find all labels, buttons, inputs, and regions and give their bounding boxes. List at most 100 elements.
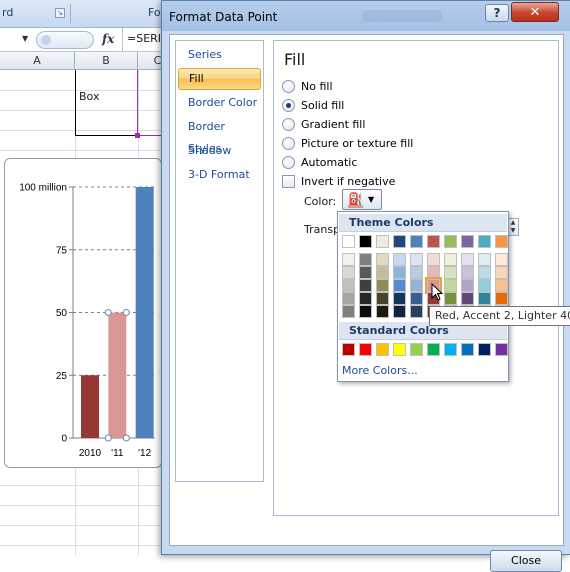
more-colors-link[interactable]: More Colors... [342,364,418,377]
theme-shade-swatch[interactable] [478,292,491,305]
theme-shade-swatch[interactable] [461,266,474,279]
nav-series-options[interactable]: Series Options [178,44,261,83]
close-icon[interactable]: ✕ [511,2,559,22]
column-header-b[interactable]: B [75,52,138,70]
theme-color-swatch[interactable] [495,235,508,248]
theme-shade-swatch[interactable] [478,279,491,292]
theme-shade-swatch[interactable] [427,266,440,279]
theme-color-swatch[interactable] [376,235,389,248]
option-label: Invert if negative [301,175,396,188]
theme-color-swatch[interactable] [359,235,372,248]
theme-shade-swatch[interactable] [461,253,474,266]
theme-shade-swatch[interactable] [359,253,372,266]
theme-shade-swatch[interactable] [461,292,474,305]
theme-shade-swatch[interactable] [461,279,474,292]
bar[interactable] [81,375,99,438]
radio-gradient-fill[interactable] [282,118,295,131]
theme-shade-swatch[interactable] [376,279,389,292]
range-handle[interactable] [135,133,140,138]
standard-color-swatch[interactable] [478,343,491,356]
theme-shade-swatch[interactable] [376,266,389,279]
name-box-dropdown-icon[interactable]: ▼ [22,34,28,43]
nav-border-color[interactable]: Border Color [178,92,261,114]
range-highlight-line [137,70,138,136]
ribbon-group-label-right: Fo [148,6,161,19]
invert-if-negative-checkbox[interactable] [282,175,295,188]
theme-shade-swatch[interactable] [410,253,423,266]
paint-bucket-icon: ⛽ [348,192,363,206]
theme-shade-swatch[interactable] [495,266,508,279]
theme-shade-swatch[interactable] [376,292,389,305]
theme-shade-swatch[interactable] [478,253,491,266]
theme-shade-swatch[interactable] [495,279,508,292]
nav-border-styles[interactable]: Border Styles [178,116,261,155]
theme-shade-swatch[interactable] [444,253,457,266]
standard-color-swatch[interactable] [495,343,508,356]
theme-shade-swatch[interactable] [359,305,372,318]
theme-shade-swatch[interactable] [444,292,457,305]
theme-shade-swatch[interactable] [342,253,355,266]
theme-shade-swatch[interactable] [410,279,423,292]
theme-shade-swatch[interactable] [410,292,423,305]
category-nav: Series Options Fill Border Color Border … [175,40,264,482]
help-button[interactable]: ? [485,4,509,22]
theme-shade-swatch[interactable] [342,279,355,292]
bar[interactable] [108,312,127,439]
standard-color-swatch[interactable] [359,343,372,356]
theme-shade-swatch[interactable] [393,253,406,266]
dialog-titlebar[interactable]: Format Data Point ? ✕ [162,1,570,31]
standard-color-swatch[interactable] [376,343,389,356]
theme-shade-swatch[interactable] [495,253,508,266]
theme-shade-swatch[interactable] [393,305,406,318]
theme-shade-swatch[interactable] [342,292,355,305]
nav-fill[interactable]: Fill [178,68,261,90]
theme-shade-swatch[interactable] [342,266,355,279]
theme-shade-swatch[interactable] [376,305,389,318]
radio-automatic[interactable] [282,156,295,169]
theme-shade-swatch[interactable] [359,292,372,305]
theme-shade-swatch[interactable] [410,266,423,279]
close-button[interactable]: Close [490,550,562,572]
formula-bar-control[interactable] [36,31,94,49]
nav-shadow[interactable]: Shadow [178,140,261,162]
theme-color-swatch[interactable] [478,235,491,248]
standard-color-swatch[interactable] [410,343,423,356]
column-chart[interactable]: 0 25 50 75 100 million 2010 '11 '12 [5,159,163,469]
theme-shade-swatch[interactable] [444,279,457,292]
theme-shade-swatch[interactable] [478,266,491,279]
option-label: Automatic [301,156,358,169]
theme-shade-swatch[interactable] [393,266,406,279]
theme-shade-swatch[interactable] [427,253,440,266]
theme-color-swatch[interactable] [427,235,440,248]
theme-color-swatch[interactable] [393,235,406,248]
chart-area[interactable]: 0 25 50 75 100 million 2010 '11 '12 [4,158,162,468]
theme-shade-swatch[interactable] [359,266,372,279]
theme-color-swatch[interactable] [461,235,474,248]
cell-b-text[interactable]: Box [79,90,99,103]
bar[interactable] [135,187,154,438]
column-header-a[interactable]: A [0,52,75,70]
radio-solid-fill[interactable] [282,99,295,112]
theme-shade-swatch[interactable] [393,279,406,292]
nav-3d-format[interactable]: 3-D Format [178,164,261,186]
theme-shade-swatch[interactable] [393,292,406,305]
standard-color-swatch[interactable] [427,343,440,356]
radio-picture-fill[interactable] [282,137,295,150]
theme-color-swatch[interactable] [342,235,355,248]
theme-shade-swatch[interactable] [359,279,372,292]
standard-color-swatch[interactable] [461,343,474,356]
color-picker-button[interactable]: ⛽ ▼ [342,189,382,210]
theme-shade-swatch[interactable] [495,292,508,305]
theme-shade-swatch[interactable] [376,253,389,266]
theme-color-swatch[interactable] [410,235,423,248]
theme-shade-swatch[interactable] [444,266,457,279]
standard-color-swatch[interactable] [444,343,457,356]
insert-function-icon[interactable]: fx [102,32,114,46]
theme-shade-swatch[interactable] [410,305,423,318]
theme-color-swatch[interactable] [444,235,457,248]
standard-color-swatch[interactable] [393,343,406,356]
standard-color-swatch[interactable] [342,343,355,356]
radio-no-fill[interactable] [282,80,295,93]
dialog-launcher-icon[interactable]: ↘ [55,8,65,18]
theme-shade-swatch[interactable] [342,305,355,318]
